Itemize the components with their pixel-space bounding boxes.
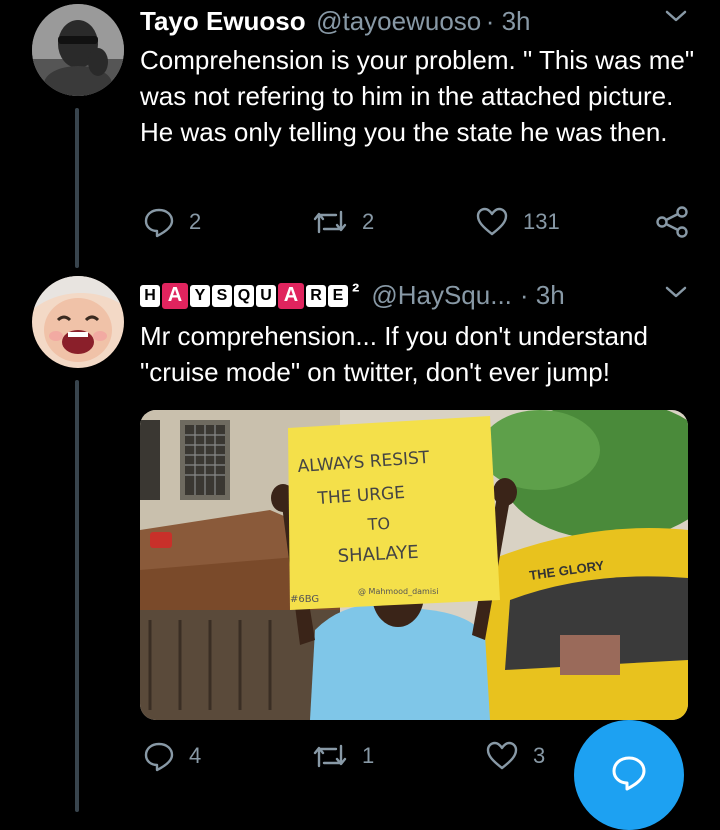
share-icon [655,206,689,238]
reply-count: 4 [189,743,202,768]
name-superscript: ² [352,278,360,304]
retweet-icon [312,740,348,772]
chevron-down-icon[interactable] [664,8,688,29]
reply-button[interactable]: 4 [143,740,201,772]
chevron-down-icon[interactable] [664,284,688,305]
reply-button[interactable]: 2 [143,206,201,238]
tweet-media-image[interactable]: THE GLORY ALWAYS RESIST THE URGE TO SHAL… [140,410,688,720]
thread-line-top [75,108,79,268]
name-letter: A [278,282,304,309]
name-letter: U [256,284,276,307]
display-name[interactable]: Tayo Ewuoso [140,6,306,36]
name-letter: S [212,284,232,307]
like-icon [485,740,519,772]
tweet-2-text: Mr comprehension... If you don't underst… [140,321,648,387]
retweet-button[interactable]: 1 [312,740,374,772]
reply-icon [143,740,175,772]
retweet-icon [312,206,348,238]
name-letter: Y [190,284,210,307]
sign-line-4: SHALAYE [337,542,419,567]
retweet-count: 1 [362,743,375,768]
share-button[interactable] [655,206,689,238]
like-icon [475,206,509,238]
sign-line-3: TO [366,514,390,534]
tweet-1-header: Tayo Ewuoso @tayoewuoso · 3h [140,6,531,37]
sign-credit: @ Mahmood_damisi [358,587,438,596]
tweet-time[interactable]: · 3h [520,280,565,311]
like-button[interactable]: 131 [475,206,560,238]
name-letter: H [140,284,160,307]
tweet-time[interactable]: · 3h [486,6,531,36]
tweet-1-text: Comprehension is your problem. " This wa… [140,45,695,147]
name-letter: R [306,284,326,307]
reply-count: 2 [189,209,202,234]
compose-icon [610,754,648,797]
name-letter: E [328,284,348,307]
name-letter: A [162,282,188,309]
retweet-count: 2 [362,209,375,234]
display-name-boxed[interactable]: H A Y S Q U A R E ² [140,279,359,309]
sign-hashtag: #6BG [290,594,319,605]
like-count: 3 [533,743,546,768]
avatar-tayo[interactable] [32,4,124,96]
like-count: 131 [523,209,560,234]
user-handle[interactable]: @tayoewuoso [316,6,481,36]
retweet-button[interactable]: 2 [312,206,374,238]
user-handle[interactable]: @HaySqu... [371,280,512,311]
tweet-2-header: H A Y S Q U A R E ² @HaySqu... · 3h [140,279,565,311]
reply-icon [143,206,175,238]
name-letter: Q [234,284,254,307]
thread-line-bottom [75,380,79,812]
compose-button[interactable] [574,720,684,830]
avatar-haysquare[interactable] [32,276,124,368]
like-button[interactable]: 3 [485,740,545,772]
